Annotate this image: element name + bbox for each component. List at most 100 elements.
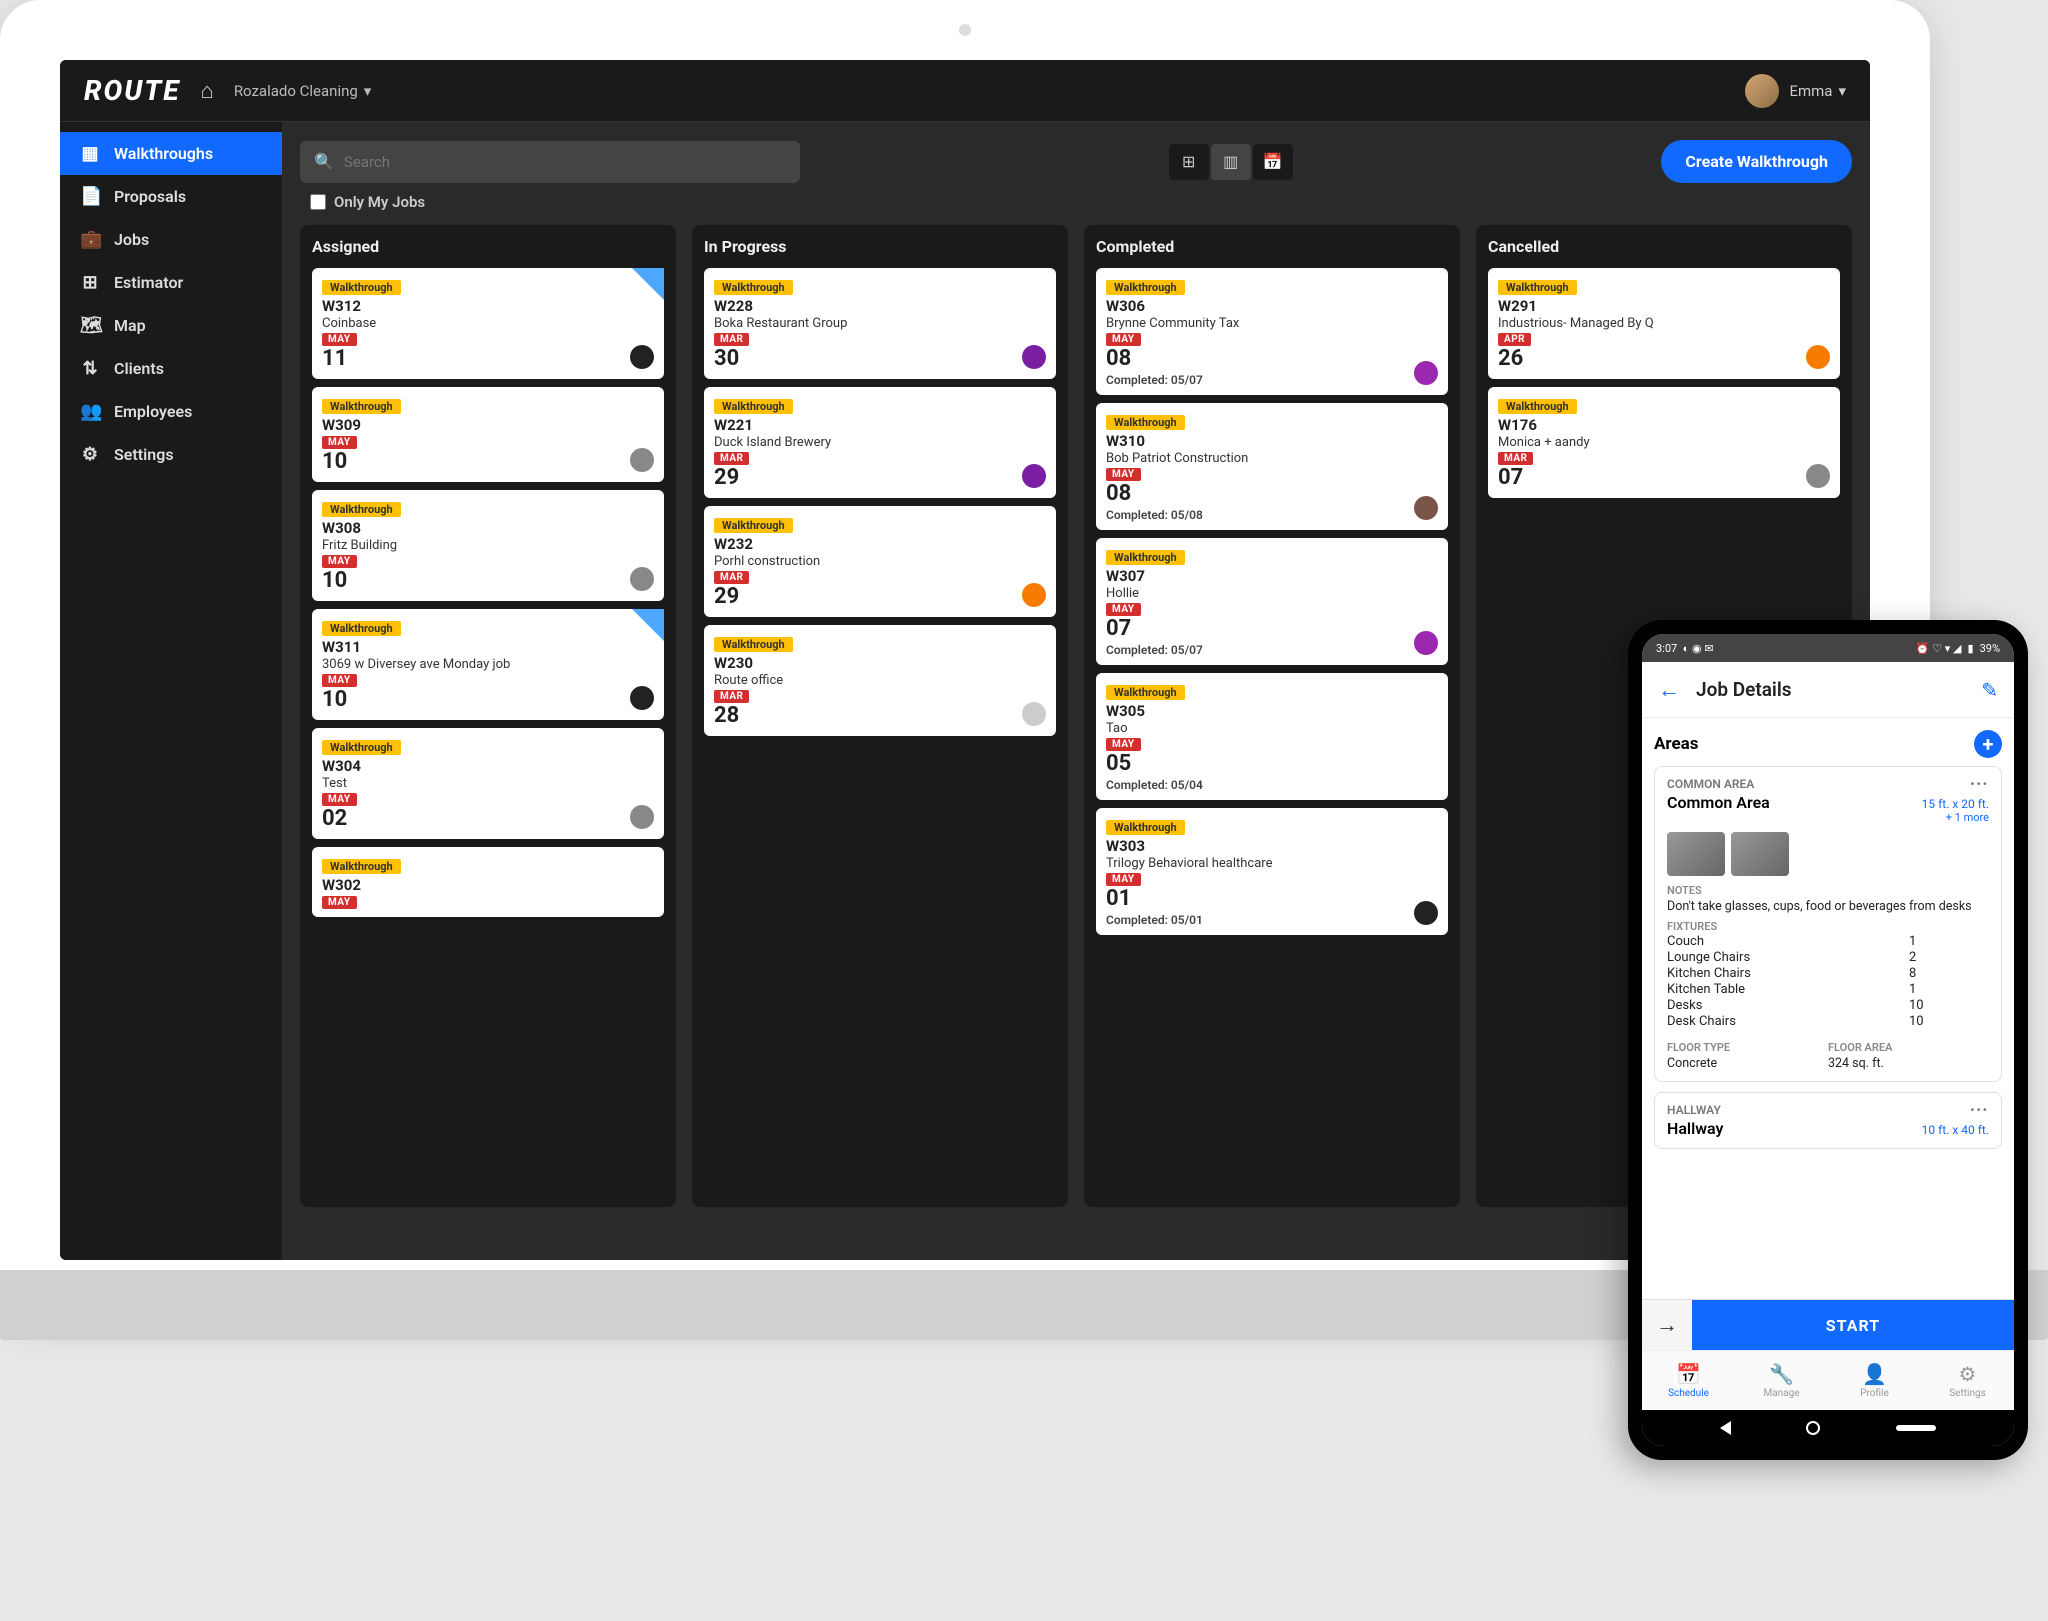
screen-title: Job Details [1696, 678, 1792, 701]
assignee-avatar [1022, 345, 1046, 369]
fixture-row: Kitchen Chairs8 [1667, 966, 1989, 981]
assignee-avatar [1022, 702, 1046, 726]
area-photo[interactable] [1667, 832, 1725, 876]
walkthrough-card[interactable]: WalkthroughW312CoinbaseMAY11 [312, 268, 664, 379]
view-board-button[interactable]: ▥ [1211, 144, 1251, 180]
fixture-row: Lounge Chairs2 [1667, 950, 1989, 965]
assignee-avatar [1806, 345, 1830, 369]
back-button[interactable]: ← [1658, 677, 1680, 703]
search-icon: 🔍 [314, 152, 334, 171]
walkthrough-card[interactable]: WalkthroughW221Duck Island BreweryMAR29 [704, 387, 1056, 498]
column-header: In Progress [704, 237, 1056, 256]
bottom-nav-schedule[interactable]: 📅Schedule [1642, 1351, 1735, 1410]
android-recents-icon[interactable] [1896, 1425, 1936, 1431]
fixture-row: Couch1 [1667, 934, 1989, 949]
android-back-icon[interactable] [1720, 1421, 1731, 1435]
more-icon[interactable]: ••• [1970, 1103, 1989, 1117]
sidebar: ▦Walkthroughs📄Proposals💼Jobs⊞Estimator🗺M… [60, 122, 282, 1260]
nav-icon: ⇅ [80, 358, 100, 379]
assignee-avatar [630, 567, 654, 591]
nav-icon: ⚙ [1959, 1362, 1977, 1386]
only-my-jobs-label: Only My Jobs [334, 193, 425, 211]
arrow-button[interactable]: → [1642, 1300, 1692, 1350]
assignee-avatar [630, 345, 654, 369]
walkthrough-card[interactable]: WalkthroughW232Porhl constructionMAR29 [704, 506, 1056, 617]
nav-icon: ⚙ [80, 444, 100, 465]
bottom-nav-settings[interactable]: ⚙Settings [1921, 1351, 2014, 1410]
walkthrough-card[interactable]: WalkthroughW228Boka Restaurant GroupMAR3… [704, 268, 1056, 379]
sidebar-item-proposals[interactable]: 📄Proposals [60, 175, 282, 218]
edit-icon[interactable]: ✎ [1981, 678, 1998, 702]
android-home-icon[interactable] [1806, 1421, 1820, 1435]
assignee-avatar [630, 805, 654, 829]
walkthrough-card[interactable]: WalkthroughW307HollieMAY07Completed: 05/… [1096, 538, 1448, 665]
walkthrough-card[interactable]: WalkthroughW309MAY10 [312, 387, 664, 482]
nav-icon: 👥 [80, 401, 100, 422]
home-icon[interactable]: ⌂ [201, 78, 214, 104]
search-input[interactable]: 🔍 [300, 141, 800, 183]
nav-icon: ▦ [80, 143, 100, 164]
walkthrough-card[interactable]: WalkthroughW303Trilogy Behavioral health… [1096, 808, 1448, 935]
column-header: Assigned [312, 237, 664, 256]
area-card[interactable]: COMMON AREA••• Common Area 15 ft. x 20 f… [1654, 766, 2002, 1082]
walkthrough-card[interactable]: WalkthroughW3113069 w Diversey ave Monda… [312, 609, 664, 720]
area-card[interactable]: HALLWAY••• Hallway 10 ft. x 40 ft. [1654, 1092, 2002, 1149]
column-header: Completed [1096, 237, 1448, 256]
walkthrough-card[interactable]: WalkthroughW176Monica + aandyMAR07 [1488, 387, 1840, 498]
user-dropdown[interactable]: Emma▾ [1789, 82, 1846, 100]
sidebar-item-map[interactable]: 🗺Map [60, 304, 282, 347]
nav-icon: 🗺 [80, 315, 100, 336]
sidebar-item-jobs[interactable]: 💼Jobs [60, 218, 282, 261]
nav-icon: 💼 [80, 229, 100, 250]
chevron-down-icon: ▾ [364, 82, 372, 100]
phone-status-bar: 3:07 ◐ ◉ ✉ ⏰ ♡ ▾ ◢ ▮39% [1642, 634, 2014, 662]
sidebar-item-estimator[interactable]: ⊞Estimator [60, 261, 282, 304]
assignee-avatar [630, 686, 654, 710]
sidebar-item-clients[interactable]: ⇅Clients [60, 347, 282, 390]
assignee-avatar [1414, 631, 1438, 655]
walkthrough-card[interactable]: WalkthroughW302MAY [312, 847, 664, 917]
nav-icon: 📅 [1676, 1362, 1701, 1386]
walkthrough-card[interactable]: WalkthroughW291Industrious- Managed By Q… [1488, 268, 1840, 379]
walkthrough-card[interactable]: WalkthroughW306Brynne Community TaxMAY08… [1096, 268, 1448, 395]
more-icon[interactable]: ••• [1970, 777, 1989, 791]
areas-heading: Areas [1654, 734, 1699, 754]
nav-icon: 📄 [80, 186, 100, 207]
walkthrough-card[interactable]: WalkthroughW310Bob Patriot ConstructionM… [1096, 403, 1448, 530]
bottom-nav-manage[interactable]: 🔧Manage [1735, 1351, 1828, 1410]
assignee-avatar [1414, 496, 1438, 520]
nav-icon: ⊞ [80, 272, 100, 293]
org-dropdown[interactable]: Rozalado Cleaning▾ [234, 82, 372, 100]
user-avatar[interactable] [1745, 74, 1779, 108]
android-nav [1642, 1410, 2014, 1446]
assignee-avatar [1806, 464, 1830, 488]
sidebar-item-employees[interactable]: 👥Employees [60, 390, 282, 433]
nav-icon: 👤 [1862, 1362, 1887, 1386]
walkthrough-card[interactable]: WalkthroughW304TestMAY02 [312, 728, 664, 839]
start-button[interactable]: START [1692, 1300, 2014, 1350]
chevron-down-icon: ▾ [1838, 82, 1846, 100]
sidebar-item-settings[interactable]: ⚙Settings [60, 433, 282, 476]
sidebar-item-walkthroughs[interactable]: ▦Walkthroughs [60, 132, 282, 175]
fixture-row: Desks10 [1667, 998, 1989, 1013]
view-calendar-button[interactable]: 📅 [1253, 144, 1293, 180]
only-my-jobs-checkbox[interactable] [310, 194, 326, 210]
walkthrough-card[interactable]: WalkthroughW230Route officeMAR28 [704, 625, 1056, 736]
walkthrough-card[interactable]: WalkthroughW308Fritz BuildingMAY10 [312, 490, 664, 601]
area-photo[interactable] [1731, 832, 1789, 876]
view-grid-button[interactable]: ⊞ [1169, 144, 1209, 180]
add-area-button[interactable]: + [1974, 730, 2002, 758]
assignee-avatar [1414, 901, 1438, 925]
assignee-avatar [1414, 361, 1438, 385]
walkthrough-card[interactable]: WalkthroughW305TaoMAY05Completed: 05/04 [1096, 673, 1448, 800]
fixture-row: Kitchen Table1 [1667, 982, 1989, 997]
nav-icon: 🔧 [1769, 1362, 1794, 1386]
fixture-row: Desk Chairs10 [1667, 1014, 1989, 1029]
assignee-avatar [630, 448, 654, 472]
app-logo: ROUTE [84, 74, 181, 107]
assignee-avatar [1022, 464, 1046, 488]
column-header: Cancelled [1488, 237, 1840, 256]
assignee-avatar [1022, 583, 1046, 607]
bottom-nav-profile[interactable]: 👤Profile [1828, 1351, 1921, 1410]
create-walkthrough-button[interactable]: Create Walkthrough [1661, 140, 1852, 183]
